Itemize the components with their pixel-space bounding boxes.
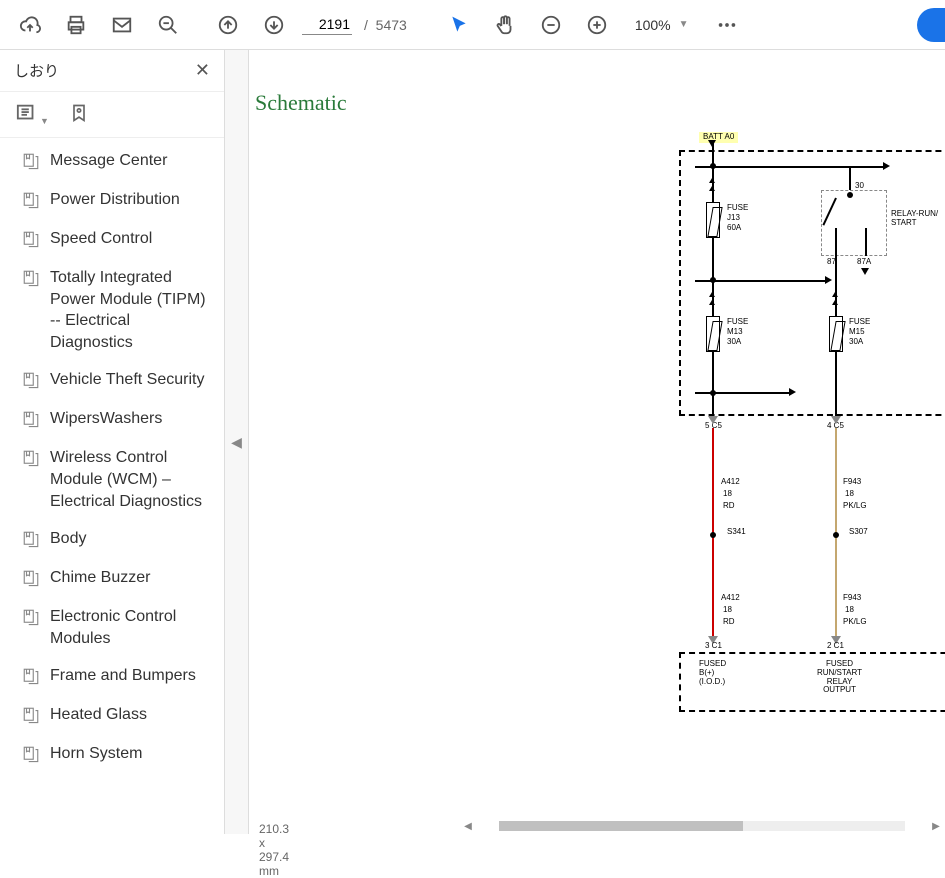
bookmark-item-icon bbox=[22, 449, 40, 470]
bookmark-item-label: Heated Glass bbox=[50, 704, 147, 726]
bookmark-item-label: Body bbox=[50, 528, 86, 550]
document-title: Schematic bbox=[249, 50, 945, 132]
bookmark-item[interactable]: Electronic Control Modules bbox=[0, 598, 224, 657]
fuse-m13 bbox=[706, 316, 720, 352]
fuse-j13 bbox=[706, 202, 720, 238]
bookmark-item-label: Wireless Control Module (WCM) – Electric… bbox=[50, 447, 212, 512]
bookmark-item-icon bbox=[22, 608, 40, 629]
page-total: / 5473 bbox=[364, 17, 407, 33]
status-bar: 210.3 x 297.4 mm ◀ ▶ bbox=[249, 818, 945, 834]
bookmark-item[interactable]: Frame and Bumpers bbox=[0, 657, 224, 696]
arrow-up-circle-icon[interactable] bbox=[206, 3, 250, 47]
zoom-dropdown[interactable]: 100%▼ bbox=[635, 17, 689, 33]
bookmark-item-label: Message Center bbox=[50, 150, 167, 172]
bookmark-item-icon bbox=[22, 745, 40, 766]
bookmark-item-label: Totally Integrated Power Module (TIPM) -… bbox=[50, 267, 212, 353]
side-badge[interactable] bbox=[917, 8, 945, 42]
bookmark-item-label: WipersWashers bbox=[50, 408, 162, 430]
bookmark-item-label: Speed Control bbox=[50, 228, 152, 250]
bookmark-item[interactable]: Speed Control bbox=[0, 220, 224, 259]
bookmark-item[interactable]: Vehicle Theft Security bbox=[0, 361, 224, 400]
zoom-out-icon[interactable] bbox=[529, 3, 573, 47]
bookmark-item[interactable]: Message Center bbox=[0, 142, 224, 181]
bookmark-item[interactable]: Power Distribution bbox=[0, 181, 224, 220]
hscroll-right-icon[interactable]: ▶ bbox=[927, 819, 945, 833]
bookmark-item-icon bbox=[22, 706, 40, 727]
bookmark-ribbon-icon[interactable] bbox=[69, 102, 89, 127]
bookmark-item-icon bbox=[22, 569, 40, 590]
bookmark-item[interactable]: Horn System bbox=[0, 735, 224, 774]
document-viewport[interactable]: Schematic BATT A0 MODULE- TOTALLY INTEGR… bbox=[249, 50, 945, 834]
bookmark-item-icon bbox=[22, 230, 40, 251]
sidebar-title: しおり bbox=[14, 60, 59, 81]
bookmark-item-label: Horn System bbox=[50, 743, 142, 765]
batt-label: BATT A0 bbox=[699, 132, 738, 143]
arrow-down-circle-icon[interactable] bbox=[252, 3, 296, 47]
bookmark-item[interactable]: Body bbox=[0, 520, 224, 559]
bookmark-item-label: Vehicle Theft Security bbox=[50, 369, 204, 391]
relay-box bbox=[821, 190, 887, 256]
email-icon[interactable] bbox=[100, 3, 144, 47]
hand-icon[interactable] bbox=[483, 3, 527, 47]
bookmark-item-label: Power Distribution bbox=[50, 189, 180, 211]
outline-options-icon[interactable]: ▼ bbox=[14, 102, 49, 127]
zoom-out-search-icon[interactable] bbox=[146, 3, 190, 47]
fuse-m15 bbox=[829, 316, 843, 352]
more-icon[interactable] bbox=[705, 3, 749, 47]
bookmark-item[interactable]: Totally Integrated Power Module (TIPM) -… bbox=[0, 259, 224, 361]
bookmark-item-icon bbox=[22, 152, 40, 173]
bookmark-item-icon bbox=[22, 410, 40, 431]
print-icon[interactable] bbox=[54, 3, 98, 47]
bookmark-item[interactable]: Chime Buzzer bbox=[0, 559, 224, 598]
bookmark-item[interactable]: WipersWashers bbox=[0, 400, 224, 439]
bookmark-item-icon bbox=[22, 191, 40, 212]
hscroll-track[interactable] bbox=[499, 821, 905, 831]
schematic-diagram: BATT A0 MODULE- TOTALLY INTEGRATED POWER… bbox=[459, 132, 945, 792]
bookmark-list[interactable]: Message Center Power Distribution Speed Co… bbox=[0, 138, 224, 834]
page-dimensions: 210.3 x 297.4 mm bbox=[249, 822, 299, 878]
close-icon[interactable]: ✕ bbox=[195, 60, 210, 81]
bookmark-item-label: Frame and Bumpers bbox=[50, 665, 196, 687]
splitter[interactable]: ◀ bbox=[225, 50, 249, 834]
bookmark-item[interactable]: Heated Glass bbox=[0, 696, 224, 735]
bookmark-item-label: Chime Buzzer bbox=[50, 567, 150, 589]
bookmark-item-icon bbox=[22, 667, 40, 688]
module-box bbox=[679, 150, 945, 416]
cursor-icon[interactable] bbox=[437, 3, 481, 47]
cloud-upload-icon[interactable] bbox=[8, 3, 52, 47]
page-number-input[interactable] bbox=[302, 14, 352, 35]
hscroll-left-icon[interactable]: ◀ bbox=[459, 819, 477, 833]
bookmark-item-icon bbox=[22, 269, 40, 290]
hscroll-thumb[interactable] bbox=[499, 821, 743, 831]
collapse-icon[interactable]: ◀ bbox=[231, 434, 242, 451]
bookmark-item-icon bbox=[22, 530, 40, 551]
bookmark-item-label: Electronic Control Modules bbox=[50, 606, 212, 649]
bookmarks-panel: しおり ✕ ▼ Message Center Power Distribution… bbox=[0, 50, 225, 834]
toolbar: / 5473 100%▼ bbox=[0, 0, 945, 50]
bookmark-item[interactable]: Wireless Control Module (WCM) – Electric… bbox=[0, 439, 224, 520]
zoom-in-icon[interactable] bbox=[575, 3, 619, 47]
bookmark-item-icon bbox=[22, 371, 40, 392]
